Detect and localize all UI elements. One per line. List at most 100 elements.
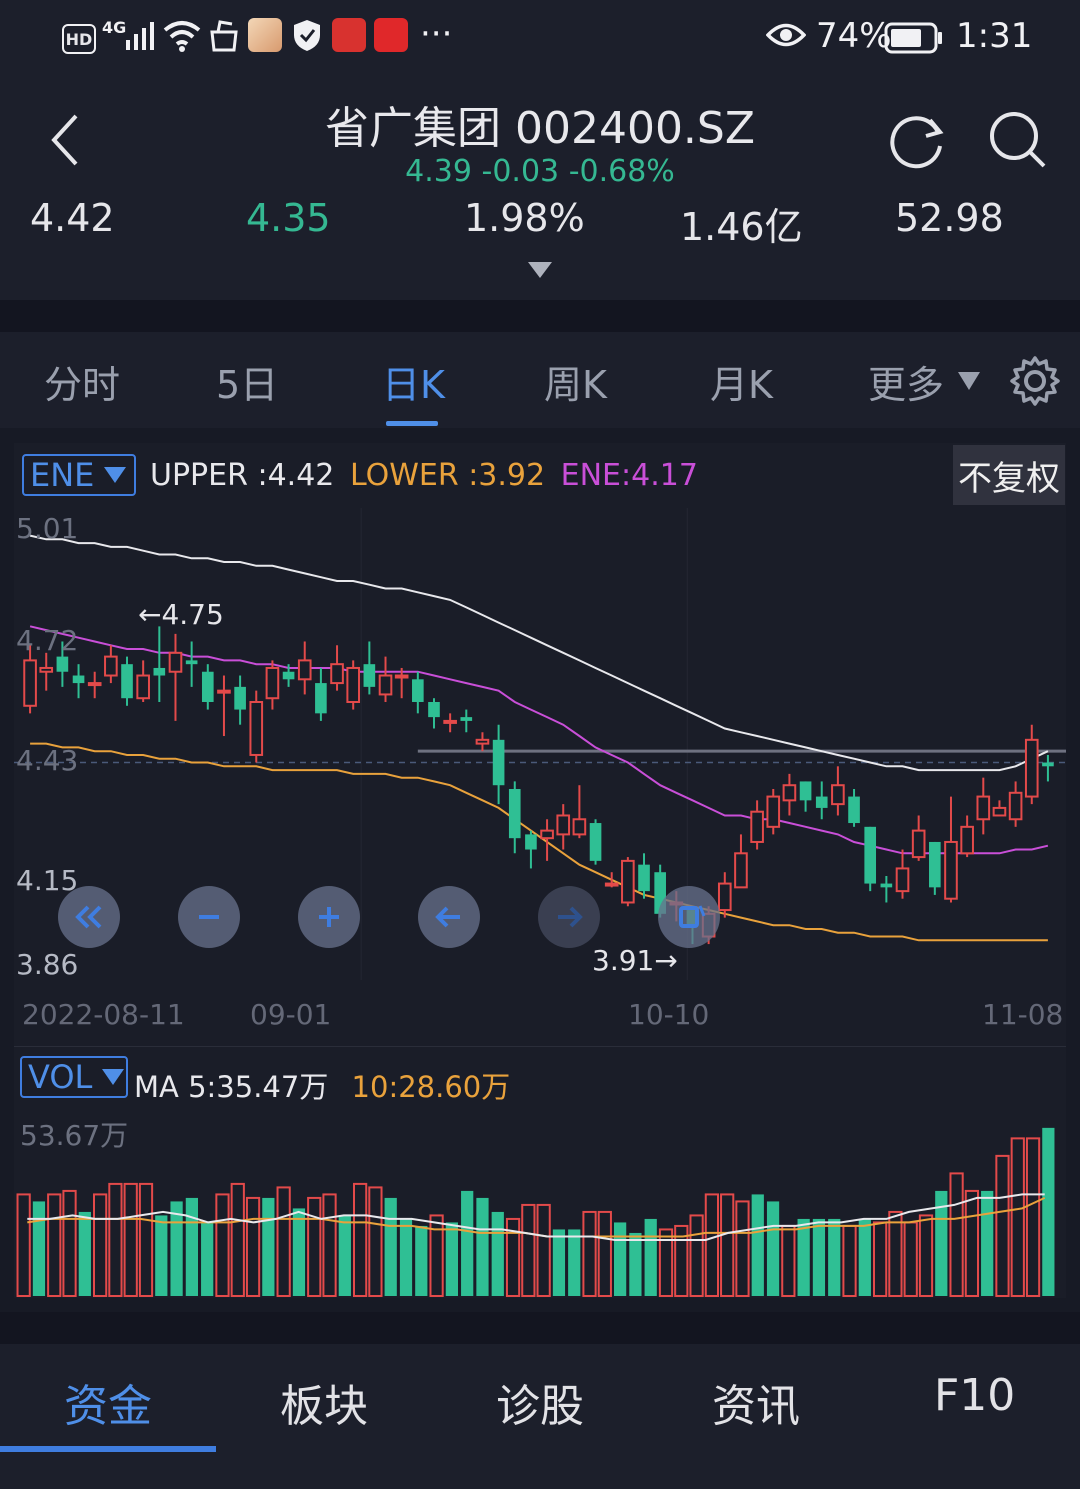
volume-bar-3: [62, 1189, 77, 1297]
tab-intraday[interactable]: 分时: [44, 354, 120, 409]
candle-body: [782, 784, 797, 802]
volume-indicator-select[interactable]: VOL: [20, 1056, 128, 1098]
nav-capital[interactable]: 资金: [64, 1370, 152, 1434]
volume-bar-11: [185, 1197, 198, 1296]
candle-body: [911, 829, 926, 859]
expand-stats-icon[interactable]: [526, 260, 554, 280]
tab-more[interactable]: 更多: [868, 354, 944, 409]
candle-body: [153, 667, 166, 676]
candle-body: [799, 781, 812, 801]
candle-21: [363, 641, 376, 695]
candle-14: [249, 690, 264, 763]
volume-bar-56: [873, 1221, 888, 1297]
more-notifications: ···: [420, 14, 453, 54]
tab-monthly-k[interactable]: 月K: [710, 354, 773, 409]
arrow-left-icon: [435, 906, 460, 928]
jump-start-button[interactable]: [58, 886, 120, 948]
volume-bar-20: [322, 1193, 337, 1297]
volume-bar-44: [689, 1214, 704, 1297]
battery-icon: [884, 22, 942, 54]
volume-bar-7: [123, 1182, 138, 1297]
candle-body: [363, 664, 376, 687]
volume-bar-54: [842, 1224, 857, 1297]
wifi-icon: [163, 21, 201, 52]
volume-bar-6: [108, 1182, 123, 1297]
zoom-out-button[interactable]: [178, 886, 240, 948]
status-bar: HD 4G ··· 74% 1:31: [0, 0, 1080, 76]
scroll-right-button[interactable]: [538, 886, 600, 948]
candle-body: [638, 864, 650, 892]
stock-header: 省广集团 002400.SZ 4.39 -0.03 -0.68% 4.42 4.…: [0, 76, 1080, 300]
volume-bar-21: [338, 1215, 351, 1296]
volume-bar-26: [415, 1225, 428, 1296]
volume-bar-38: [597, 1210, 612, 1297]
candle-body: [330, 663, 344, 685]
candle-33: [556, 804, 571, 850]
indicator-dropdown-icon: [104, 467, 127, 483]
candle-body: [315, 683, 327, 714]
volume-bar-14: [230, 1182, 245, 1297]
candle-15: [265, 660, 280, 710]
candle-58: [960, 815, 974, 858]
candle-body: [412, 679, 424, 702]
candle-body: [589, 823, 602, 861]
plus-icon: [319, 907, 339, 927]
zoom-in-button[interactable]: [298, 886, 360, 948]
bottom-nav: 资金 板块 诊股 资讯 F10: [0, 1344, 1080, 1489]
candle-body: [492, 739, 505, 786]
volume-bar-5: [93, 1193, 108, 1297]
candle-29: [492, 724, 505, 805]
nav-sector[interactable]: 板块: [280, 1370, 368, 1434]
candle-body: [508, 789, 521, 839]
volume-bar-31: [491, 1211, 504, 1296]
candle-9: [168, 633, 183, 721]
tab-daily-k[interactable]: 日K: [382, 354, 445, 409]
candle-44: [734, 834, 748, 889]
candle-body: [1008, 791, 1023, 821]
candle-26: [443, 713, 457, 733]
volume-bar-50: [781, 1224, 796, 1297]
candle-body: [944, 840, 958, 900]
candle-54: [895, 849, 910, 899]
volume-bar-63: [981, 1190, 994, 1296]
volume-bar-25: [399, 1218, 413, 1296]
candle-60: [992, 800, 1007, 817]
volume-bar-51: [797, 1218, 810, 1296]
volume-bar-18: [292, 1208, 306, 1296]
eye-comfort-icon: [766, 23, 806, 47]
volume-bar-67: [1042, 1127, 1055, 1296]
candle-46: [766, 789, 781, 835]
candle-43: [717, 872, 732, 918]
candle-8: [153, 626, 166, 702]
volume-bar-57: [888, 1210, 903, 1297]
candle-30: [508, 781, 521, 854]
nav-diagnosis[interactable]: 诊股: [496, 1370, 584, 1434]
candle-59: [976, 777, 991, 835]
candle-22: [378, 656, 393, 702]
volume-chart[interactable]: [14, 1100, 1066, 1298]
candle-55: [911, 815, 926, 861]
candle-62: [1024, 724, 1039, 805]
tab-weekly-k[interactable]: 周K: [544, 354, 607, 409]
refresh-icon[interactable]: [886, 110, 948, 172]
candle-body: [831, 784, 845, 806]
candle-body: [168, 651, 183, 673]
search-icon[interactable]: [986, 108, 1050, 172]
volume-bar-19: [307, 1196, 322, 1297]
volume-bar-66: [1025, 1137, 1041, 1297]
main-indicator-select[interactable]: ENE: [22, 454, 136, 496]
nav-news[interactable]: 资讯: [712, 1370, 800, 1434]
nav-f10[interactable]: F10: [934, 1370, 1015, 1421]
cellular-signal-icon: [126, 22, 154, 50]
reset-chart-button[interactable]: [658, 886, 720, 948]
active-tab-indicator: [386, 421, 438, 426]
volume-bar-47: [735, 1200, 750, 1297]
tab-5day[interactable]: 5日: [216, 354, 278, 409]
settings-gear-icon[interactable]: [1008, 354, 1062, 408]
scroll-left-button[interactable]: [418, 886, 480, 948]
candle-20: [346, 660, 361, 710]
candle-body: [815, 796, 828, 808]
candle-body: [460, 717, 473, 721]
more-dropdown-icon[interactable]: [956, 370, 982, 392]
adjust-toggle[interactable]: 不复权: [953, 445, 1065, 505]
